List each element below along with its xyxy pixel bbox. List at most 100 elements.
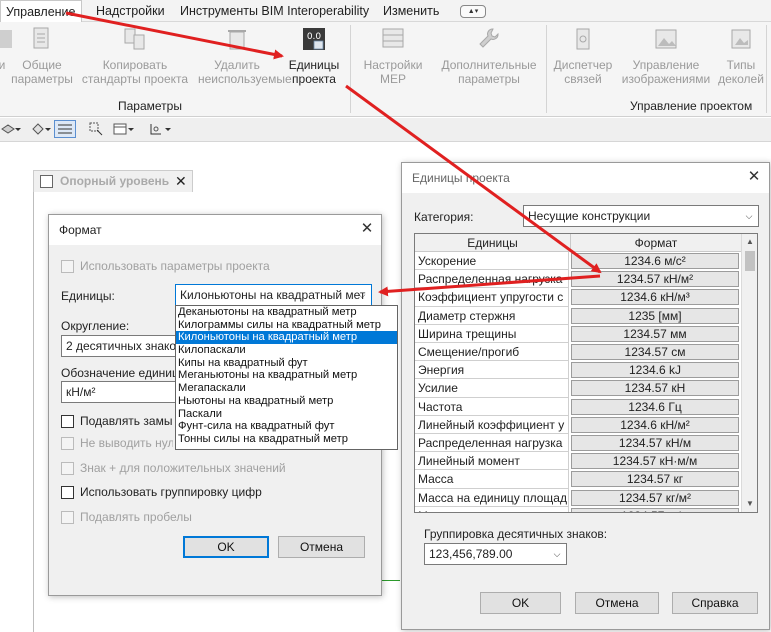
- unit-name-cell: Масса на единицу длины: [415, 506, 569, 512]
- dropdown-arrow-icon[interactable]: [164, 121, 172, 137]
- suppress-trailing-zeros-checkbox[interactable]: [61, 415, 74, 428]
- view-tab[interactable]: Опорный уровень ✕: [33, 170, 193, 192]
- cancel-button[interactable]: Отмена: [575, 592, 659, 614]
- units-option[interactable]: Ньютоны на квадратный метр: [176, 395, 397, 408]
- ok-button[interactable]: OK: [480, 592, 561, 614]
- purge-unused-button[interactable]: Удалить неиспользуемые: [198, 26, 292, 86]
- table-row[interactable]: Масса на единицу длины1234.57 кг/м: [415, 506, 742, 512]
- table-row[interactable]: Смещение/прогиб 1234.57 см: [415, 343, 742, 362]
- format-button[interactable]: 1235 [мм]: [571, 307, 739, 324]
- panel-label-manage-project: Управление проектом: [630, 99, 753, 113]
- select-links-icon[interactable]: [88, 121, 104, 137]
- table-row[interactable]: Распределенная нагрузка 1234.57 кН/м: [415, 434, 742, 453]
- format-button[interactable]: 1234.57 кг: [571, 471, 739, 488]
- category-label: Категория:: [414, 210, 474, 224]
- units-dropdown-list: Деканьютоны на квадратный метр Килограмм…: [175, 305, 398, 450]
- units-option[interactable]: Паскали: [176, 408, 397, 421]
- table-row[interactable]: Масса 1234.57 кг: [415, 470, 742, 489]
- rounding-select[interactable]: 2 десятичных знаков: [61, 335, 185, 357]
- units-option[interactable]: Тонны силы на квадратный метр: [176, 433, 397, 446]
- decal-types-button[interactable]: Типы деколей: [718, 26, 764, 86]
- ok-button[interactable]: OK: [183, 536, 269, 558]
- project-units-button[interactable]: 0.0 Единицы проекта: [284, 26, 344, 86]
- tab-manage[interactable]: Управление: [0, 0, 82, 23]
- close-icon[interactable]: ✕: [359, 221, 375, 237]
- unit-name-cell: Ширина трещины: [415, 324, 569, 343]
- chevron-down-icon: ⌵: [553, 549, 561, 559]
- mep-settings-button[interactable]: Настройки MEP: [356, 26, 430, 86]
- use-project-settings-checkbox[interactable]: [61, 260, 74, 273]
- tab-bim-interoperability[interactable]: Инструменты BIM Interoperability: [175, 0, 374, 22]
- table-row[interactable]: Распределенная нагрузка 1234.57 кН/м²: [415, 270, 742, 289]
- table-row[interactable]: Диаметр стержня 1235 [мм]: [415, 306, 742, 325]
- help-button[interactable]: Справка: [672, 592, 758, 614]
- window-icon[interactable]: [112, 121, 128, 137]
- transfer-standards-icon: [124, 28, 145, 50]
- units-option[interactable]: Кипы на квадратный фут: [176, 357, 397, 370]
- suppress-spaces-checkbox[interactable]: [61, 511, 74, 524]
- format-button[interactable]: 1234.57 кг/м²: [571, 489, 739, 506]
- view-toolbar: [0, 118, 771, 142]
- plus-prefix-checkbox[interactable]: [61, 462, 74, 475]
- scrollbar-thumb[interactable]: [745, 251, 755, 271]
- format-button[interactable]: 1234.57 кН·м/м: [571, 453, 739, 470]
- unit-name-cell: Энергия: [415, 361, 569, 380]
- format-button[interactable]: 1234.57 кН/м: [571, 435, 739, 451]
- suppress-leading-zeros-checkbox[interactable]: [61, 437, 74, 450]
- units-select[interactable]: Килоньютоны на квадратный мет ⌵: [175, 284, 372, 306]
- unit-name-cell: Ускорение: [415, 252, 569, 271]
- table-row[interactable]: Линейный момент 1234.57 кН·м/м: [415, 452, 742, 471]
- additional-settings-button[interactable]: Дополнительные параметры: [434, 26, 544, 86]
- units-select-value: Килоньютоны на квадратный мет: [180, 288, 366, 302]
- scroll-up-icon[interactable]: ▲: [742, 234, 757, 250]
- units-option[interactable]: Килопаскали: [176, 344, 397, 357]
- format-button[interactable]: 1234.6 Гц: [571, 398, 739, 415]
- category-select[interactable]: Несущие конструкции ⌵: [523, 205, 759, 227]
- manage-images-button[interactable]: Управление изображениями: [618, 26, 714, 86]
- units-option[interactable]: Килограммы силы на квадратный метр: [176, 319, 397, 332]
- tab-addins[interactable]: Надстройки: [91, 0, 170, 22]
- format-button[interactable]: 1234.6 кН/м²: [571, 416, 739, 433]
- close-icon[interactable]: ✕: [175, 171, 187, 192]
- format-button[interactable]: 1234.6 м/с²: [571, 253, 739, 269]
- format-button[interactable]: 1234.57 мм: [571, 325, 739, 342]
- measure-icon[interactable]: [148, 121, 164, 137]
- ribbon-minimize-toggle[interactable]: ▲▾: [460, 5, 486, 18]
- table-row[interactable]: Усилие 1234.57 кН: [415, 379, 742, 398]
- format-button[interactable]: 1234.6 кН/м³: [571, 289, 739, 306]
- cancel-button[interactable]: Отмена: [278, 536, 365, 558]
- digit-grouping-checkbox[interactable]: [61, 486, 74, 499]
- transfer-standards-button[interactable]: Копировать стандарты проекта: [80, 26, 190, 86]
- table-row[interactable]: Частота 1234.6 Гц: [415, 397, 742, 416]
- tab-modify[interactable]: Изменить: [378, 0, 444, 22]
- table-row[interactable]: Коэффициент упругости с 1234.6 кН/м³: [415, 288, 742, 307]
- scroll-down-icon[interactable]: ▼: [742, 496, 757, 512]
- format-button[interactable]: 1234.57 см: [571, 344, 739, 360]
- format-button[interactable]: 1234.57 кН/м²: [571, 271, 739, 288]
- units-option[interactable]: Мегапаскали: [176, 382, 397, 395]
- units-table-scrollbar[interactable]: ▲ ▼: [741, 234, 757, 512]
- units-option[interactable]: Меганьютоны на квадратный метр: [176, 369, 397, 382]
- table-row[interactable]: Ширина трещины 1234.57 мм: [415, 324, 742, 343]
- shared-parameters-button[interactable]: Общие параметры: [10, 26, 74, 86]
- units-option[interactable]: Фунт-сила на квадратный фут: [176, 420, 397, 433]
- close-icon[interactable]: ✕: [746, 169, 762, 185]
- table-row[interactable]: Ускорение 1234.6 м/с²: [415, 252, 742, 271]
- table-row[interactable]: Энергия 1234.6 kJ: [415, 361, 742, 380]
- units-option[interactable]: Деканьютоны на квадратный метр: [176, 306, 397, 319]
- dropdown-arrow-icon[interactable]: [44, 121, 52, 137]
- units-option-selected[interactable]: Килоньютоны на квадратный метр: [176, 331, 397, 345]
- dropdown-arrow-icon[interactable]: [14, 121, 22, 137]
- decimal-grouping-select[interactable]: 123,456,789.00 ⌵: [424, 543, 567, 565]
- unit-name-cell: Линейный момент: [415, 452, 569, 471]
- table-row[interactable]: Масса на единицу площад 1234.57 кг/м²: [415, 488, 742, 507]
- format-button[interactable]: 1234.57 кг/м: [571, 507, 739, 512]
- chevron-down-icon: ⌵: [358, 290, 366, 300]
- table-row[interactable]: Линейный коэффициент у 1234.6 кН/м²: [415, 415, 742, 434]
- manage-links-button[interactable]: Диспетчер связей: [550, 26, 616, 86]
- dropdown-arrow-icon[interactable]: [127, 121, 135, 137]
- list-view-icon[interactable]: [54, 120, 76, 138]
- format-button[interactable]: 1234.6 kJ: [571, 362, 739, 379]
- format-button[interactable]: 1234.57 кН: [571, 380, 739, 397]
- unit-symbol-select[interactable]: кН/м²: [61, 381, 185, 403]
